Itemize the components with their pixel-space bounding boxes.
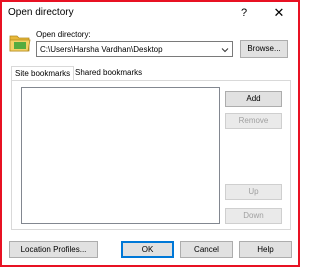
remove-bookmark-button[interactable]: Remove [225, 113, 282, 129]
tab-shared-bookmarks[interactable]: Shared bookmarks [75, 66, 142, 80]
help-title-button[interactable]: ? [237, 5, 251, 21]
add-bookmark-button[interactable]: Add [225, 91, 282, 107]
window-title: Open directory [8, 7, 74, 18]
help-button[interactable]: Help [239, 241, 292, 258]
cancel-button[interactable]: Cancel [180, 241, 233, 258]
close-button[interactable]: ✕ [271, 5, 287, 21]
bookmarks-list[interactable] [21, 87, 220, 224]
move-down-button[interactable]: Down [225, 208, 282, 224]
chevron-down-icon[interactable] [220, 45, 230, 55]
folder-icon [9, 35, 31, 52]
location-profiles-button[interactable]: Location Profiles... [9, 241, 98, 258]
title-bar: Open directory ? ✕ [3, 3, 295, 23]
directory-path-value: C:\Users\Harsha Vardhan\Desktop [40, 45, 163, 54]
browse-button[interactable]: Browse... [240, 40, 288, 58]
tab-site-bookmarks[interactable]: Site bookmarks [11, 66, 75, 81]
open-directory-label: Open directory: [36, 30, 91, 39]
ok-button[interactable]: OK [121, 241, 174, 258]
site-bookmarks-panel: Add Remove Up Down [11, 80, 291, 230]
move-up-button[interactable]: Up [225, 184, 282, 200]
directory-path-combobox[interactable]: C:\Users\Harsha Vardhan\Desktop [36, 41, 233, 57]
open-directory-dialog: Open directory ? ✕ Open directory: C:\Us… [3, 3, 295, 264]
